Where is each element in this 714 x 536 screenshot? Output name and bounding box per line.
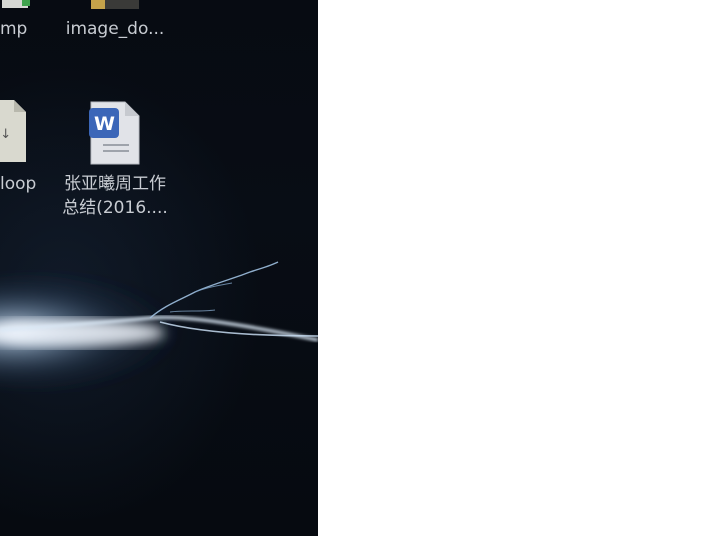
- screen: mp image_do... M↓ loop: [0, 0, 714, 536]
- desktop[interactable]: mp image_do... M↓ loop: [0, 0, 318, 536]
- desktop-icon-label: mp: [0, 19, 28, 39]
- folder-icon: [2, 0, 30, 8]
- blank-window-area: [318, 0, 714, 536]
- svg-text:M↓: M↓: [0, 127, 11, 142]
- svg-text:W: W: [94, 113, 115, 135]
- wallpaper-lightning: [0, 261, 318, 390]
- desktop-icon-label: loop: [0, 174, 37, 194]
- markdown-file-icon: M↓: [0, 100, 26, 162]
- desktop-icon-label: image_do...: [65, 19, 165, 39]
- word-document-icon: W: [89, 101, 140, 165]
- folder-icon: [91, 0, 139, 9]
- desktop-icon-label-line1: 张亚曦周工作: [64, 174, 166, 194]
- desktop-icon-label-line2: 总结(2016....: [62, 198, 168, 218]
